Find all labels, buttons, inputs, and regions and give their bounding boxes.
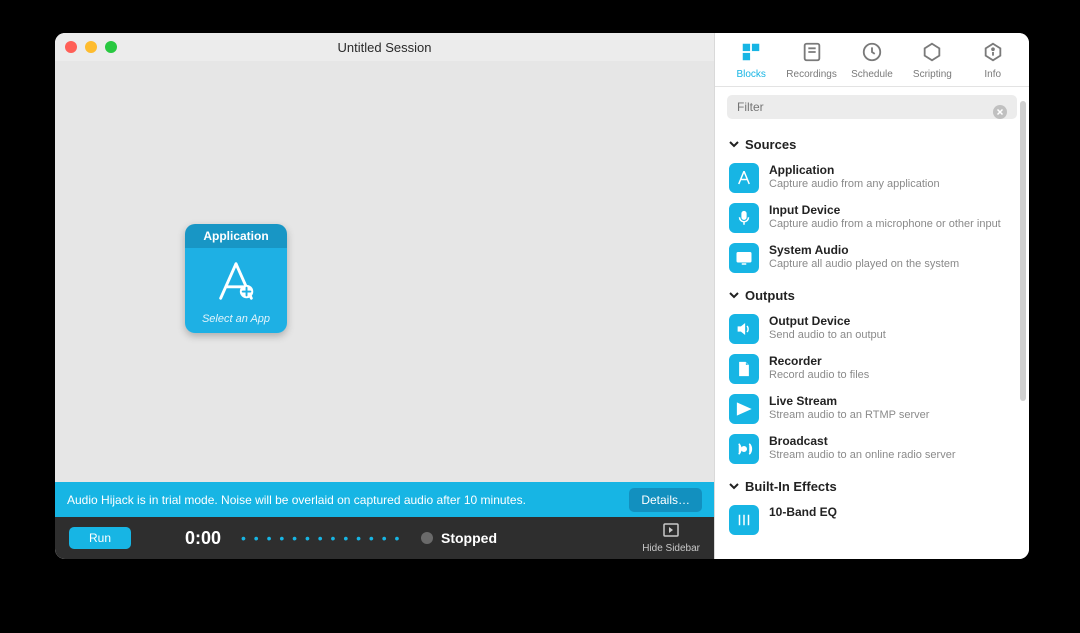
recordings-icon (801, 41, 823, 66)
trial-message: Audio Hijack is in trial mode. Noise wil… (67, 493, 629, 507)
speaker-icon (729, 314, 759, 344)
item-desc: Stream audio to an online radio server (769, 448, 956, 462)
scripting-icon (921, 41, 943, 66)
titlebar: Untitled Session (55, 33, 714, 61)
status-indicator: Stopped (421, 530, 622, 546)
blocks-icon (740, 41, 762, 66)
item-desc: Capture all audio played on the system (769, 257, 959, 271)
eq-icon (729, 505, 759, 535)
item-title: System Audio (769, 243, 959, 257)
tab-label: Info (984, 69, 1001, 80)
list-item-recorder[interactable]: Recorder Record audio to files (729, 349, 1025, 389)
broadcast-icon (729, 434, 759, 464)
close-icon[interactable] (65, 41, 77, 53)
hide-sidebar-button[interactable]: Hide Sidebar (642, 522, 700, 554)
block-body: Select an App (185, 248, 287, 333)
item-title: Input Device (769, 203, 1001, 217)
window-controls (65, 41, 117, 53)
list-item-eq[interactable]: 10-Band EQ (729, 500, 1025, 540)
monitor-icon (729, 243, 759, 273)
progress-dots: • • • • • • • • • • • • • • • • • • • • … (241, 530, 401, 546)
tab-info[interactable]: Info (964, 41, 1022, 80)
status-bar: Run 0:00 • • • • • • • • • • • • • • • •… (55, 517, 714, 559)
schedule-icon (861, 41, 883, 66)
maximize-icon[interactable] (105, 41, 117, 53)
filter-wrap (715, 87, 1029, 127)
item-desc: Send audio to an output (769, 328, 886, 342)
section-label: Outputs (745, 288, 795, 303)
tab-label: Scripting (913, 69, 952, 80)
application-block[interactable]: Application Select an App (185, 224, 287, 333)
window-title: Untitled Session (55, 40, 714, 55)
tab-label: Schedule (851, 69, 893, 80)
chevron-down-icon (729, 479, 739, 494)
application-icon (729, 163, 759, 193)
scrollbar[interactable] (1020, 101, 1026, 401)
file-icon (729, 354, 759, 384)
tab-blocks[interactable]: Blocks (722, 41, 780, 80)
item-title: Application (769, 163, 940, 177)
tab-scripting[interactable]: Scripting (903, 41, 961, 80)
run-button[interactable]: Run (69, 527, 131, 549)
list-item-broadcast[interactable]: Broadcast Stream audio to an online radi… (729, 429, 1025, 469)
info-icon (982, 41, 1004, 66)
list-item-application[interactable]: Application Capture audio from any appli… (729, 158, 1025, 198)
status-text: Stopped (441, 530, 497, 546)
item-title: Broadcast (769, 434, 956, 448)
tab-label: Recordings (786, 69, 837, 80)
sidebar: Blocks Recordings Schedule Scripting Inf… (714, 33, 1029, 559)
trial-banner: Audio Hijack is in trial mode. Noise wil… (55, 482, 714, 517)
block-header: Application (185, 224, 287, 248)
timer: 0:00 (151, 528, 221, 549)
status-dot-icon (421, 532, 433, 544)
item-desc: Capture audio from a microphone or other… (769, 217, 1001, 231)
application-icon (213, 258, 259, 307)
clear-icon[interactable] (993, 105, 1007, 119)
filter-input[interactable] (727, 95, 1017, 119)
hide-sidebar-label: Hide Sidebar (642, 543, 700, 554)
section-outputs[interactable]: Outputs (729, 288, 1025, 303)
list-item-output-device[interactable]: Output Device Send audio to an output (729, 309, 1025, 349)
section-label: Built-In Effects (745, 479, 837, 494)
details-button[interactable]: Details… (629, 488, 702, 512)
list-item-live-stream[interactable]: Live Stream Stream audio to an RTMP serv… (729, 389, 1025, 429)
item-desc: Record audio to files (769, 368, 869, 382)
chevron-down-icon (729, 288, 739, 303)
item-desc: Capture audio from any application (769, 177, 940, 191)
block-subtitle: Select an App (202, 313, 270, 325)
app-window: Untitled Session Application Select an A… (55, 33, 1029, 559)
session-canvas[interactable]: Application Select an App (55, 61, 714, 482)
sidebar-tabs: Blocks Recordings Schedule Scripting Inf… (715, 33, 1029, 87)
tab-label: Blocks (736, 69, 765, 80)
list-item-input-device[interactable]: Input Device Capture audio from a microp… (729, 198, 1025, 238)
item-title: Live Stream (769, 394, 929, 408)
chevron-down-icon (729, 137, 739, 152)
tab-schedule[interactable]: Schedule (843, 41, 901, 80)
section-sources[interactable]: Sources (729, 137, 1025, 152)
section-label: Sources (745, 137, 796, 152)
block-list: Sources Application Capture audio from a… (715, 127, 1029, 559)
item-title: Output Device (769, 314, 886, 328)
tab-recordings[interactable]: Recordings (783, 41, 841, 80)
stream-icon (729, 394, 759, 424)
item-title: 10-Band EQ (769, 505, 837, 519)
hide-sidebar-icon (663, 522, 679, 541)
minimize-icon[interactable] (85, 41, 97, 53)
section-effects[interactable]: Built-In Effects (729, 479, 1025, 494)
main-pane: Untitled Session Application Select an A… (55, 33, 714, 559)
item-title: Recorder (769, 354, 869, 368)
microphone-icon (729, 203, 759, 233)
list-item-system-audio[interactable]: System Audio Capture all audio played on… (729, 238, 1025, 278)
item-desc: Stream audio to an RTMP server (769, 408, 929, 422)
